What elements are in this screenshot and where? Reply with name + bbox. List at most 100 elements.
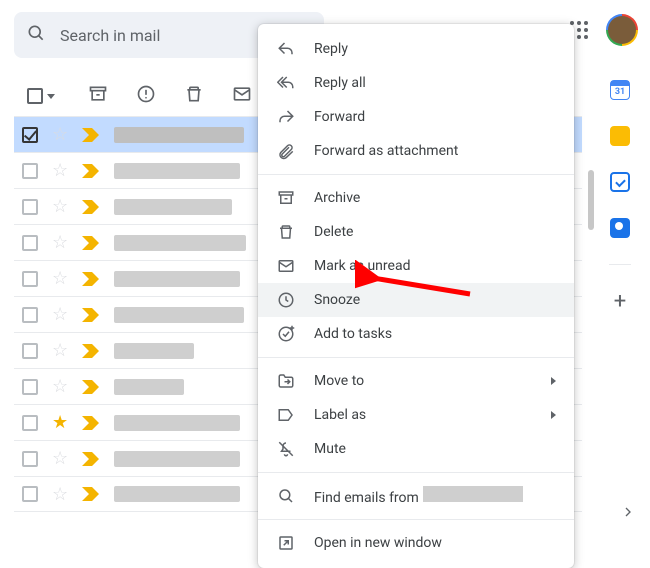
row-checkbox[interactable]	[22, 235, 38, 251]
menu-item-label-as[interactable]: Label as	[258, 398, 574, 432]
star-icon[interactable]: ☆	[52, 268, 68, 289]
menu-separator	[258, 519, 574, 520]
importance-marker-icon[interactable]	[82, 344, 100, 358]
star-icon[interactable]: ☆	[52, 484, 68, 505]
row-checkbox[interactable]	[22, 343, 38, 359]
menu-item-label: Find emails from	[314, 486, 556, 506]
importance-marker-icon[interactable]	[82, 200, 100, 214]
side-panel-toggle[interactable]	[620, 504, 636, 524]
importance-marker-icon[interactable]	[82, 164, 100, 178]
importance-marker-icon[interactable]	[82, 416, 100, 430]
sender-redacted	[114, 415, 240, 431]
sender-redacted	[114, 235, 246, 251]
star-icon[interactable]: ☆	[52, 160, 68, 181]
row-checkbox[interactable]	[22, 486, 38, 502]
archive-icon	[276, 188, 296, 208]
calendar-app-icon[interactable]	[610, 80, 630, 100]
menu-item-mark-unread[interactable]: Mark as unread	[258, 249, 574, 283]
sender-redacted	[114, 199, 232, 215]
importance-marker-icon[interactable]	[82, 308, 100, 322]
importance-marker-icon[interactable]	[82, 236, 100, 250]
mute-icon	[276, 439, 296, 459]
row-checkbox[interactable]	[22, 199, 38, 215]
menu-item-open-new[interactable]: Open in new window	[258, 526, 574, 560]
redacted-sender	[423, 486, 523, 502]
menu-item-reply-all[interactable]: Reply all	[258, 66, 574, 100]
row-checkbox[interactable]	[22, 163, 38, 179]
menu-item-find-from[interactable]: Find emails from	[258, 479, 574, 513]
menu-item-label: Move to	[314, 373, 533, 389]
star-icon[interactable]: ☆	[52, 448, 68, 469]
reply-icon	[276, 39, 296, 59]
get-addons-button[interactable]: +	[614, 291, 626, 313]
star-icon[interactable]: ☆	[52, 376, 68, 397]
importance-marker-icon[interactable]	[82, 128, 100, 142]
menu-item-label: Forward	[314, 109, 556, 125]
account-avatar[interactable]	[606, 14, 638, 46]
menu-separator	[258, 174, 574, 175]
find-from-icon	[276, 486, 296, 506]
menu-item-label: Mute	[314, 441, 556, 457]
menu-item-move-to[interactable]: Move to	[258, 364, 574, 398]
menu-item-mute[interactable]: Mute	[258, 432, 574, 466]
menu-item-snooze[interactable]: Snooze	[258, 283, 574, 317]
sender-redacted	[114, 127, 244, 143]
star-icon[interactable]: ☆	[52, 196, 68, 217]
add-tasks-icon	[276, 324, 296, 344]
star-icon[interactable]: ★	[52, 412, 68, 433]
sender-redacted	[114, 271, 240, 287]
importance-marker-icon[interactable]	[82, 452, 100, 466]
menu-item-label: Snooze	[314, 292, 556, 308]
menu-item-label: Archive	[314, 190, 556, 206]
contacts-app-icon[interactable]	[610, 218, 630, 238]
row-checkbox[interactable]	[22, 271, 38, 287]
report-spam-button[interactable]	[136, 84, 156, 108]
keep-app-icon[interactable]	[610, 126, 630, 146]
fwd-attach-icon	[276, 141, 296, 161]
mark-unread-icon	[276, 256, 296, 276]
archive-button[interactable]	[88, 84, 108, 108]
search-placeholder: Search in mail	[60, 26, 160, 45]
star-icon[interactable]: ☆	[52, 340, 68, 361]
open-new-icon	[276, 533, 296, 553]
move-to-icon	[276, 371, 296, 391]
side-panel: +	[600, 80, 640, 313]
reply-all-icon	[276, 73, 296, 93]
menu-item-label: Forward as attachment	[314, 143, 556, 159]
sender-redacted	[114, 486, 240, 502]
menu-separator	[258, 357, 574, 358]
menu-item-reply[interactable]: Reply	[258, 32, 574, 66]
row-checkbox[interactable]	[22, 307, 38, 323]
importance-marker-icon[interactable]	[82, 487, 100, 501]
scrollbar-thumb[interactable]	[588, 170, 594, 230]
importance-marker-icon[interactable]	[82, 272, 100, 286]
search-icon	[26, 23, 46, 47]
menu-item-fwd-attach[interactable]: Forward as attachment	[258, 134, 574, 168]
menu-item-delete[interactable]: Delete	[258, 215, 574, 249]
star-icon[interactable]: ☆	[52, 232, 68, 253]
row-checkbox[interactable]	[22, 415, 38, 431]
menu-item-label: Reply	[314, 41, 556, 57]
menu-item-archive[interactable]: Archive	[258, 181, 574, 215]
menu-item-label: Delete	[314, 224, 556, 240]
tasks-app-icon[interactable]	[610, 172, 630, 192]
mark-unread-button[interactable]	[232, 84, 252, 108]
snooze-icon	[276, 290, 296, 310]
star-icon[interactable]: ☆	[52, 124, 68, 145]
row-checkbox[interactable]	[22, 451, 38, 467]
menu-item-add-tasks[interactable]: Add to tasks	[258, 317, 574, 351]
select-all-checkbox[interactable]	[22, 83, 60, 109]
submenu-caret-icon	[551, 377, 556, 385]
row-checkbox[interactable]	[22, 379, 38, 395]
submenu-caret-icon	[551, 411, 556, 419]
star-icon[interactable]: ☆	[52, 304, 68, 325]
menu-separator	[258, 472, 574, 473]
sender-redacted	[114, 379, 184, 395]
delete-icon	[276, 222, 296, 242]
delete-button[interactable]	[184, 84, 204, 108]
sender-redacted	[114, 343, 194, 359]
importance-marker-icon[interactable]	[82, 380, 100, 394]
row-checkbox[interactable]	[22, 127, 38, 143]
menu-item-forward[interactable]: Forward	[258, 100, 574, 134]
menu-item-label: Mark as unread	[314, 258, 556, 274]
